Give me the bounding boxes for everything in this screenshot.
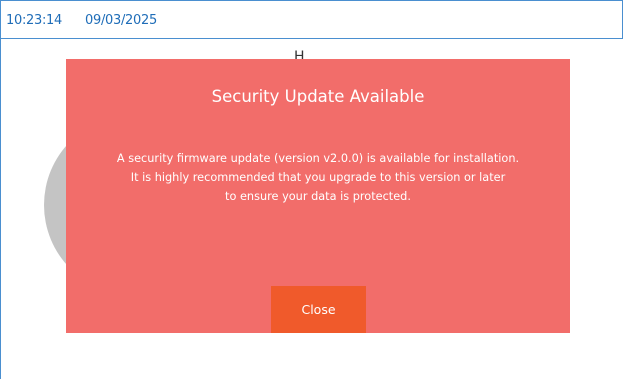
security-update-dialog: Security Update Available A security fir…	[66, 59, 570, 333]
dialog-message: A security firmware update (version v2.0…	[116, 152, 520, 203]
status-date: 09/03/2025	[85, 13, 157, 28]
dialog-title: Security Update Available	[211, 87, 425, 106]
device-screen: 10:23:14 09/03/2025 H Security Update Av…	[0, 0, 623, 379]
status-bar: 10:23:14 09/03/2025	[1, 0, 623, 39]
status-time: 10:23:14	[6, 13, 62, 28]
close-button[interactable]: Close	[271, 286, 366, 333]
